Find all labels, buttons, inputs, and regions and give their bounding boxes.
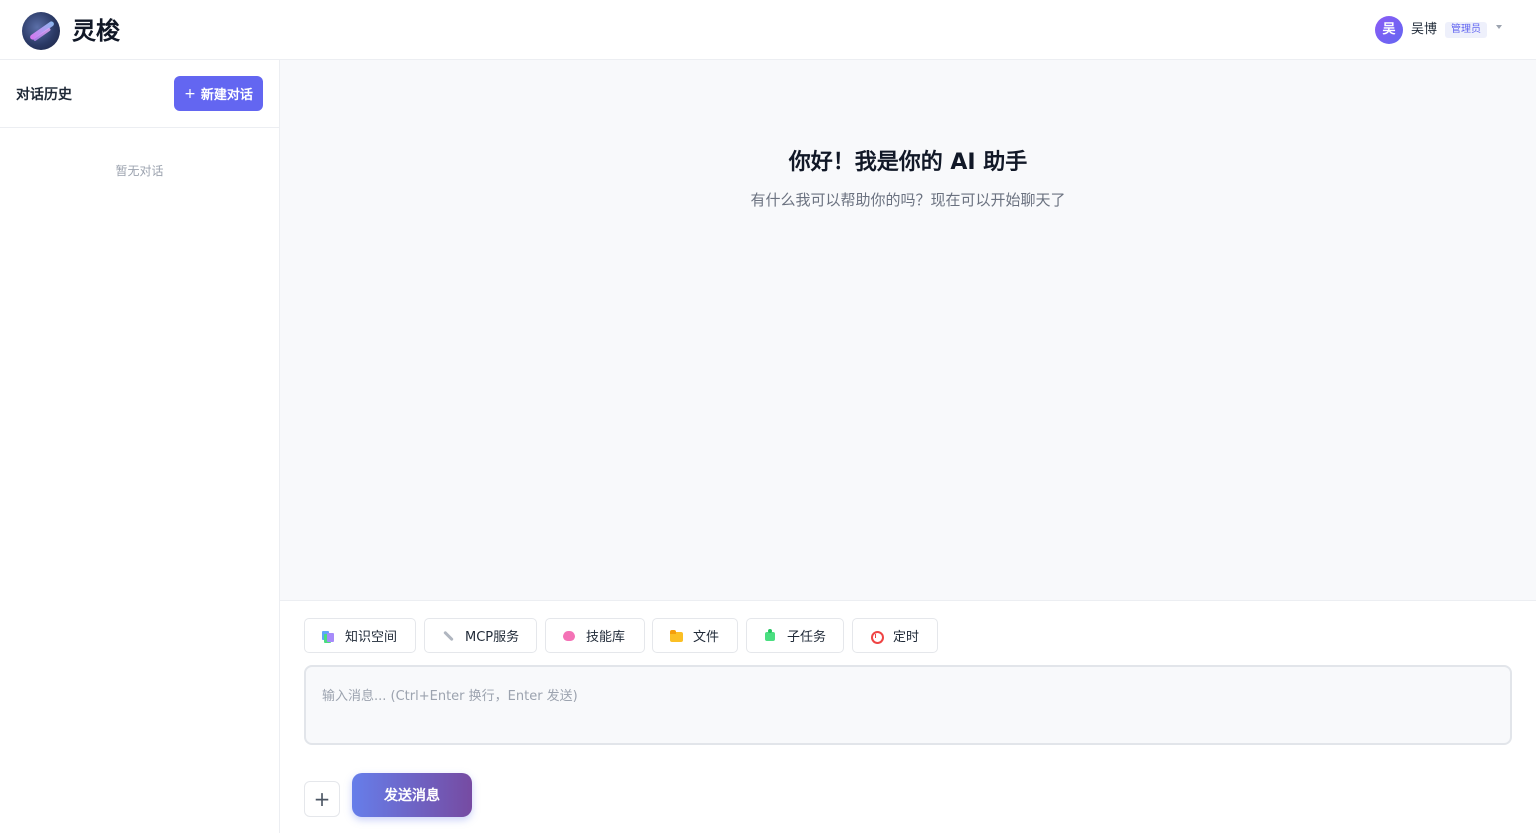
app-logo-icon[interactable] <box>22 12 60 50</box>
top-header: 灵梭 吴 吴博 管理员 <box>0 0 1536 60</box>
wrench-icon <box>441 629 455 643</box>
chat-area: 你好！我是你的 AI 助手 有什么我可以帮助你的吗？现在可以开始聊天了 <box>280 60 1536 601</box>
user-menu-caret-icon[interactable] <box>1496 25 1502 29</box>
sidebar-header: 对话历史 + 新建对话 <box>0 60 279 128</box>
folder-icon <box>669 629 683 643</box>
plus-icon: + <box>184 85 196 102</box>
welcome-title: 你好！我是你的 AI 助手 <box>788 150 1028 175</box>
role-badge: 管理员 <box>1445 22 1487 38</box>
knowledge-icon <box>321 629 335 643</box>
tool-files-button[interactable]: 文件 <box>652 618 738 653</box>
tool-schedule-button[interactable]: 定时 <box>852 618 938 653</box>
tool-label: 定时 <box>893 630 920 645</box>
tool-mcp-service-button[interactable]: MCP服务 <box>424 618 537 653</box>
empty-history-text: 暂无对话 <box>115 164 164 178</box>
sidebar-title: 对话历史 <box>16 87 72 103</box>
app-title: 灵梭 <box>72 17 120 45</box>
tool-knowledge-space-button[interactable]: 知识空间 <box>304 618 416 653</box>
send-message-button[interactable]: 发送消息 <box>352 773 472 817</box>
new-chat-button[interactable]: + 新建对话 <box>174 76 263 111</box>
tool-skill-library-button[interactable]: 技能库 <box>545 618 645 653</box>
attach-plus-button[interactable]: + <box>304 781 340 817</box>
tool-subtask-button[interactable]: 子任务 <box>746 618 844 653</box>
welcome-subtitle: 有什么我可以帮助你的吗？现在可以开始聊天了 <box>750 191 1066 209</box>
tool-label: 知识空间 <box>345 630 398 645</box>
user-name[interactable]: 吴博 <box>1411 21 1437 39</box>
tool-label: 子任务 <box>787 630 827 645</box>
brain-icon <box>562 629 576 643</box>
new-chat-label: 新建对话 <box>200 88 253 103</box>
user-avatar[interactable]: 吴 <box>1375 16 1403 44</box>
puzzle-icon <box>763 628 777 643</box>
alarm-clock-icon <box>869 629 884 644</box>
tool-label: 文件 <box>693 630 720 645</box>
tool-label: MCP服务 <box>465 630 520 645</box>
sidebar: 对话历史 + 新建对话 暂无对话 <box>0 60 280 833</box>
tool-label: 技能库 <box>586 630 626 645</box>
message-input[interactable] <box>304 665 1512 745</box>
